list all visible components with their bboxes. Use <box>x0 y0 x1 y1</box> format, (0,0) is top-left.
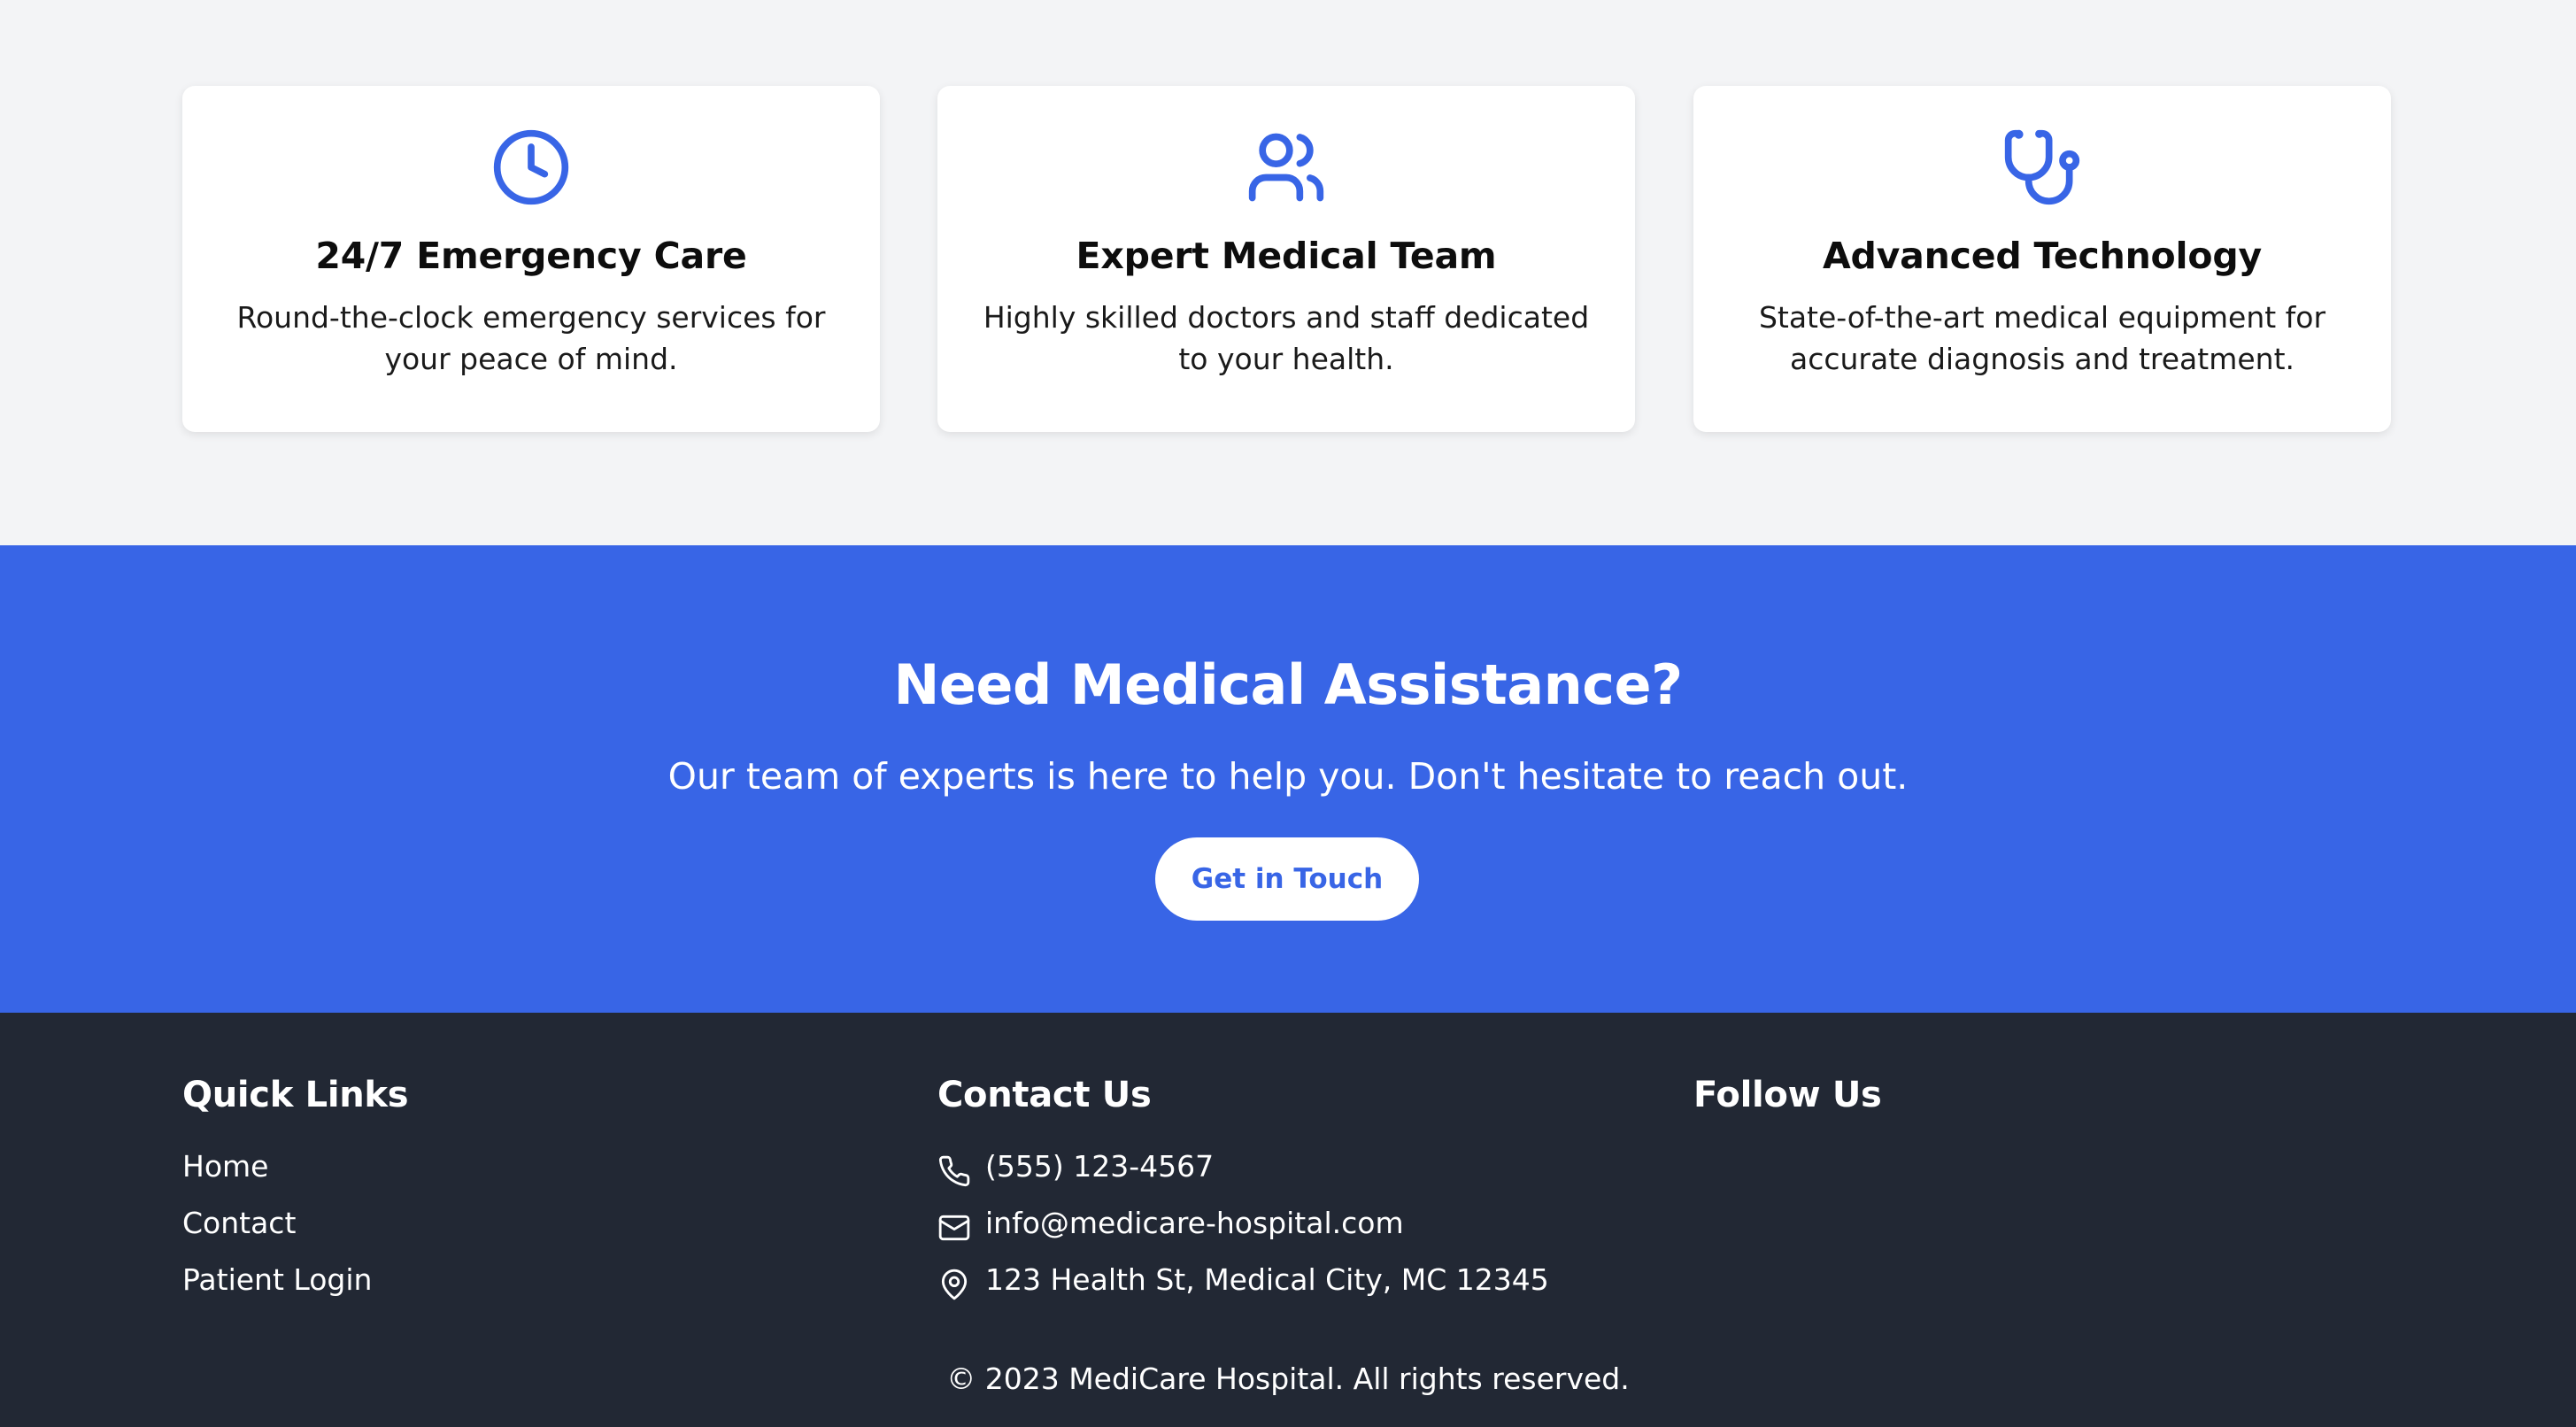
follow-column: Follow Us <box>1693 1071 1882 1119</box>
map-pin-icon <box>937 1263 971 1300</box>
contact-link[interactable]: Contact <box>182 1195 296 1252</box>
footer: Quick Links Home Contact Patient Login C… <box>0 1013 2576 1427</box>
feature-card-technology: Advanced Technology State-of-the-art med… <box>1693 86 2391 432</box>
phone-icon <box>937 1150 971 1187</box>
quick-links-list: Home Contact Patient Login <box>182 1138 408 1308</box>
mail-icon <box>937 1207 971 1241</box>
feature-card-team: Expert Medical Team Highly skilled docto… <box>937 86 1635 432</box>
cta-heading: Need Medical Assistance? <box>893 652 1683 717</box>
follow-heading: Follow Us <box>1693 1075 1882 1115</box>
list-item: Home <box>182 1138 408 1195</box>
address-text: 123 Health St, Medical City, MC 12345 <box>985 1262 1549 1297</box>
patient-login-link[interactable]: Patient Login <box>182 1252 372 1308</box>
feature-description: State-of-the-art medical equipment for a… <box>1758 300 2326 376</box>
feature-title: Advanced Technology <box>1822 235 2263 277</box>
contact-email: info@medicare-hospital.com <box>937 1195 1549 1252</box>
contact-phone: (555) 123-4567 <box>937 1138 1549 1195</box>
list-item: Contact <box>182 1195 408 1252</box>
contact-address: 123 Health St, Medical City, MC 12345 <box>937 1252 1549 1308</box>
feature-card-emergency: 24/7 Emergency Care Round-the-clock emer… <box>182 86 880 432</box>
email-text: info@medicare-hospital.com <box>985 1206 1404 1240</box>
cta-section: Need Medical Assistance? Our team of exp… <box>0 545 2576 1013</box>
contact-column: Contact Us (555) 123-4567 info@medicare-… <box>937 1071 1549 1308</box>
users-icon <box>1246 127 1327 208</box>
copyright-text: © 2023 MediCare Hospital. All rights res… <box>946 1361 1630 1396</box>
feature-description: Round-the-clock emergency services for y… <box>236 300 826 376</box>
feature-description: Highly skilled doctors and staff dedicat… <box>983 300 1590 376</box>
get-in-touch-button[interactable]: Get in Touch <box>1155 837 1419 921</box>
cta-text: Our team of experts is here to help you.… <box>667 755 1909 798</box>
clock-icon <box>490 127 572 208</box>
contact-list: (555) 123-4567 info@medicare-hospital.co… <box>937 1138 1549 1308</box>
feature-title: Expert Medical Team <box>1076 235 1497 277</box>
features-section: 24/7 Emergency Care Round-the-clock emer… <box>0 0 2576 545</box>
quick-links-column: Quick Links Home Contact Patient Login <box>182 1071 409 1308</box>
list-item: Patient Login <box>182 1252 408 1308</box>
stethoscope-icon <box>2001 127 2083 208</box>
phone-text: (555) 123-4567 <box>985 1149 1215 1184</box>
home-link[interactable]: Home <box>182 1138 268 1195</box>
feature-title: 24/7 Emergency Care <box>315 235 747 277</box>
quick-links-heading: Quick Links <box>182 1075 409 1115</box>
contact-heading: Contact Us <box>937 1075 1152 1115</box>
